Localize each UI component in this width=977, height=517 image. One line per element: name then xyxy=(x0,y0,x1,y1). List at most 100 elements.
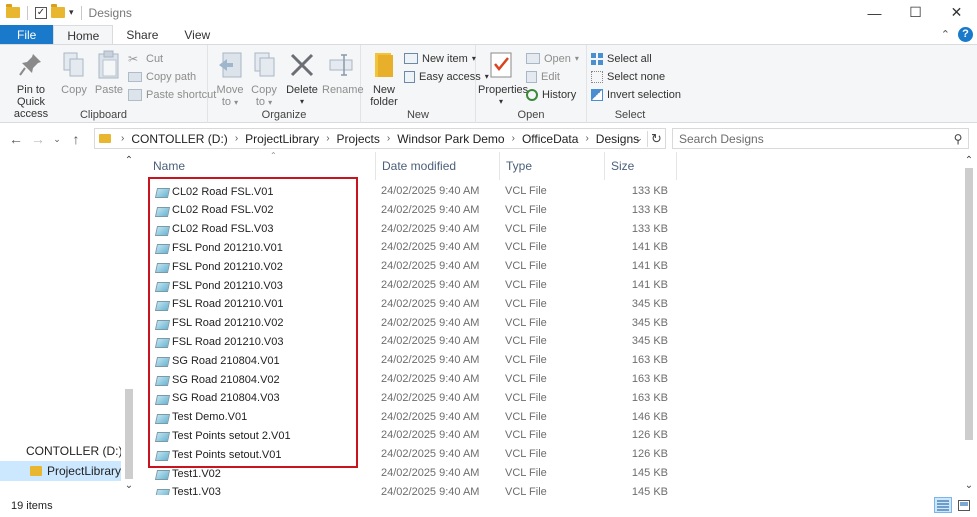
search-box[interactable]: ⚲ xyxy=(672,128,969,149)
tab-view[interactable]: View xyxy=(171,25,223,44)
file-list-scrollbar[interactable]: ⌃ ⌄ xyxy=(961,152,977,495)
file-name-cell[interactable]: CL02 Road FSL.V02 xyxy=(155,201,274,220)
select-none-button[interactable]: Select none xyxy=(591,68,665,85)
properties-check-icon[interactable]: ✓ xyxy=(35,6,47,19)
large-icons-view-button[interactable] xyxy=(955,497,973,513)
column-header-size[interactable]: Size xyxy=(605,152,677,180)
table-row[interactable]: SG Road 210804.V01 24/02/2025 9:40 AM VCL … xyxy=(145,351,675,370)
search-input[interactable] xyxy=(673,131,948,146)
details-view-button[interactable] xyxy=(934,497,952,513)
copy-path-button[interactable]: Copy path xyxy=(128,68,196,85)
nav-item-projectlibrary[interactable]: ProjectLibrary xyxy=(0,461,121,481)
scroll-up-icon[interactable]: ⌃ xyxy=(961,155,977,166)
nav-pane-scrollbar[interactable]: ⌃ ⌄ xyxy=(121,152,137,495)
breadcrumb-separator-icon[interactable]: › xyxy=(322,133,333,144)
edit-button[interactable]: Edit xyxy=(526,68,560,85)
file-name-cell[interactable]: Test Points setout 2.V01 xyxy=(155,426,291,445)
breadcrumb-officedata[interactable]: OfficeData xyxy=(519,132,581,146)
properties-dropdown-icon[interactable]: ▾ xyxy=(478,96,524,108)
table-row[interactable]: FSL Pond 201210.V01 24/02/2025 9:40 AM VCL… xyxy=(145,238,675,257)
address-dropdown-chevron-icon[interactable]: ⌄ xyxy=(631,133,647,144)
table-row[interactable]: Test Points setout 2.V01 24/02/2025 9:40 … xyxy=(145,426,675,445)
table-row[interactable]: FSL Pond 201210.V03 24/02/2025 9:40 AM VCL… xyxy=(145,276,675,295)
file-name-cell[interactable]: Test1.V02 xyxy=(155,464,221,483)
file-name-cell[interactable]: SG Road 210804.V03 xyxy=(155,389,280,408)
up-arrow-icon[interactable]: ↑ xyxy=(65,131,87,147)
file-name-cell[interactable]: FSL Road 201210.V03 xyxy=(155,332,284,351)
file-name-cell[interactable]: FSL Road 201210.V02 xyxy=(155,314,284,333)
tab-file[interactable]: File xyxy=(0,25,54,44)
breadcrumb-separator-icon[interactable]: › xyxy=(231,133,242,144)
file-name-cell[interactable]: FSL Pond 201210.V02 xyxy=(155,257,283,276)
table-row[interactable]: Test1.V02 24/02/2025 9:40 AM VCL File 145 K… xyxy=(145,464,675,483)
scroll-down-icon[interactable]: ⌄ xyxy=(121,480,137,491)
paste-shortcut-button[interactable]: Paste shortcut xyxy=(128,86,216,103)
column-header-date[interactable]: Date modified xyxy=(376,152,500,180)
table-row[interactable]: CL02 Road FSL.V01 24/02/2025 9:40 AM VCL F… xyxy=(145,182,675,201)
table-row[interactable]: FSL Pond 201210.V02 24/02/2025 9:40 AM VCL… xyxy=(145,257,675,276)
rename-button[interactable]: Rename xyxy=(322,49,364,96)
close-button[interactable]: ✕ xyxy=(936,0,977,25)
column-header-name[interactable]: ⌃ Name xyxy=(147,152,376,180)
tab-home[interactable]: Home xyxy=(53,25,114,44)
breadcrumb-drive[interactable]: CONTOLLER (D:) xyxy=(128,132,230,146)
breadcrumb-projectlibrary[interactable]: ProjectLibrary xyxy=(242,132,322,146)
copy-to-button[interactable]: Copy to ▾ xyxy=(248,49,280,109)
file-name-cell[interactable]: FSL Road 201210.V01 xyxy=(155,295,284,314)
collapse-ribbon-icon[interactable]: ⌃ xyxy=(941,28,950,41)
history-button[interactable]: History xyxy=(526,86,576,103)
table-row[interactable]: FSL Road 201210.V01 24/02/2025 9:40 AM VCL… xyxy=(145,295,675,314)
move-to-button[interactable]: Move to ▾ xyxy=(214,49,246,109)
address-bar[interactable]: › CONTOLLER (D:) › ProjectLibrary › Proj… xyxy=(94,128,666,149)
minimize-button[interactable]: — xyxy=(854,0,895,25)
invert-selection-button[interactable]: Invert selection xyxy=(591,86,681,103)
nav-item-drive[interactable]: CONTOLLER (D:) xyxy=(0,441,122,461)
table-row[interactable]: SG Road 210804.V03 24/02/2025 9:40 AM VCL … xyxy=(145,389,675,408)
file-name-cell[interactable]: CL02 Road FSL.V03 xyxy=(155,220,274,239)
breadcrumb-windsor-park-demo[interactable]: Windsor Park Demo xyxy=(394,132,507,146)
file-name-cell[interactable]: CL02 Road FSL.V01 xyxy=(155,182,274,201)
scroll-down-icon[interactable]: ⌄ xyxy=(961,480,977,491)
delete-dropdown-icon[interactable]: ▾ xyxy=(284,96,320,108)
new-item-button[interactable]: New item ▾ xyxy=(404,50,476,67)
new-folder-icon[interactable] xyxy=(51,4,65,18)
table-row[interactable]: Test Demo.V01 24/02/2025 9:40 AM VCL File 1… xyxy=(145,408,675,427)
back-arrow-icon[interactable]: ← xyxy=(5,131,27,147)
copy-button[interactable]: Copy xyxy=(58,49,90,96)
breadcrumb-separator-icon[interactable]: › xyxy=(383,133,394,144)
cut-button[interactable]: ✂ Cut xyxy=(128,50,163,67)
table-row[interactable]: Test Points setout.V01 24/02/2025 9:40 AM… xyxy=(145,445,675,464)
new-folder-button[interactable]: New folder xyxy=(367,49,401,108)
table-row[interactable]: Test1.V03 24/02/2025 9:40 AM VCL File 145 K… xyxy=(145,483,675,495)
scroll-up-icon[interactable]: ⌃ xyxy=(121,155,137,166)
file-name-cell[interactable]: Test Points setout.V01 xyxy=(155,445,281,464)
file-name-cell[interactable]: FSL Pond 201210.V03 xyxy=(155,276,283,295)
file-name-cell[interactable]: Test1.V03 xyxy=(155,483,221,495)
file-name-cell[interactable]: Test Demo.V01 xyxy=(155,408,247,427)
help-icon[interactable]: ? xyxy=(958,27,973,42)
column-header-type[interactable]: Type xyxy=(500,152,605,180)
table-row[interactable]: CL02 Road FSL.V03 24/02/2025 9:40 AM VCL F… xyxy=(145,220,675,239)
file-list-scroll-thumb[interactable] xyxy=(965,168,973,440)
select-all-button[interactable]: Select all xyxy=(591,50,652,67)
open-button[interactable]: Open ▾ xyxy=(526,50,579,67)
tab-share[interactable]: Share xyxy=(113,25,171,44)
breadcrumb-separator-icon[interactable]: › xyxy=(508,133,519,144)
refresh-icon[interactable]: ↻ xyxy=(647,130,665,147)
breadcrumb-projects[interactable]: Projects xyxy=(334,132,383,146)
table-row[interactable]: CL02 Road FSL.V02 24/02/2025 9:40 AM VCL F… xyxy=(145,201,675,220)
delete-button[interactable]: Delete ▾ xyxy=(284,49,320,108)
properties-button[interactable]: Properties ▾ xyxy=(478,49,528,108)
table-row[interactable]: FSL Road 201210.V03 24/02/2025 9:40 AM VCL… xyxy=(145,332,675,351)
forward-arrow-icon[interactable]: → xyxy=(27,131,49,147)
paste-button[interactable]: Paste xyxy=(92,49,126,96)
nav-pane-scroll-thumb[interactable] xyxy=(125,389,133,479)
search-icon[interactable]: ⚲ xyxy=(948,132,968,146)
customize-toolbar-icon[interactable]: ▾ xyxy=(69,7,74,18)
file-name-cell[interactable]: SG Road 210804.V02 xyxy=(155,370,280,389)
breadcrumb-separator-icon[interactable]: › xyxy=(117,133,128,144)
file-name-cell[interactable]: SG Road 210804.V01 xyxy=(155,351,280,370)
breadcrumb-separator-icon[interactable]: › xyxy=(581,133,592,144)
file-name-cell[interactable]: FSL Pond 201210.V01 xyxy=(155,238,283,257)
table-row[interactable]: SG Road 210804.V02 24/02/2025 9:40 AM VCL … xyxy=(145,370,675,389)
